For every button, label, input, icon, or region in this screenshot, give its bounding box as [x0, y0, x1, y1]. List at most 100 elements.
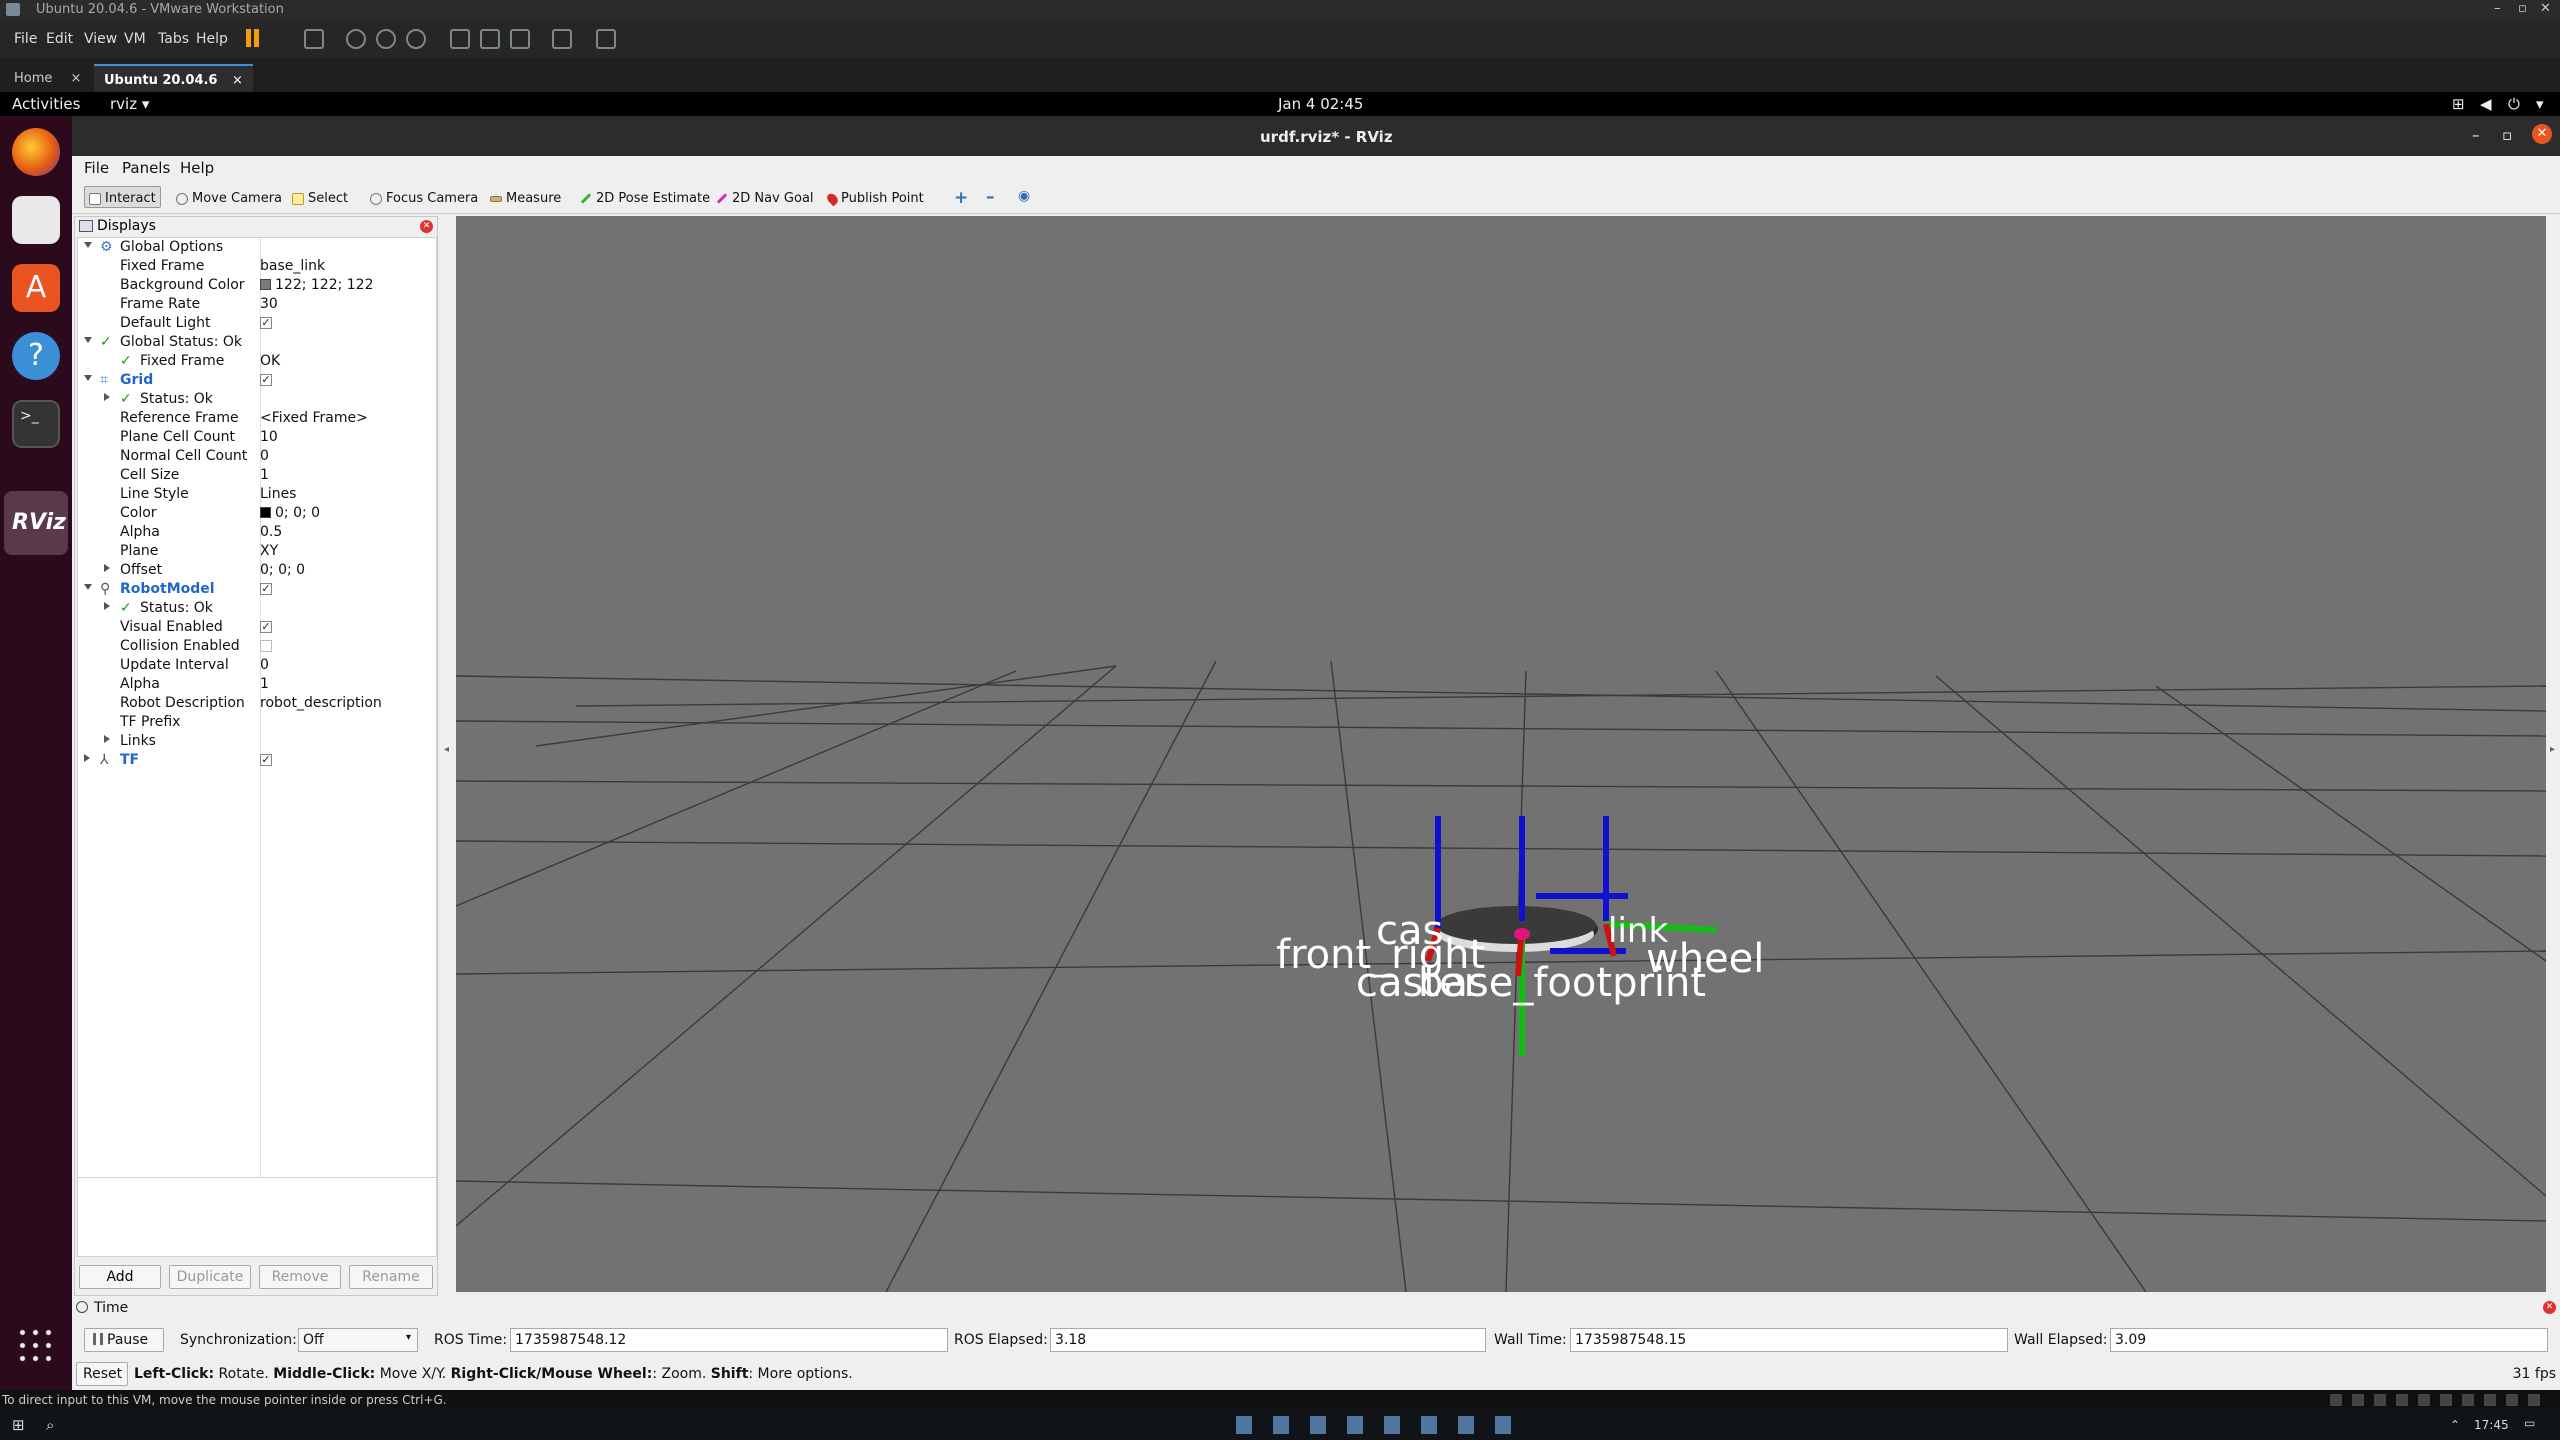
normal-cell-value[interactable]: 0: [260, 448, 269, 464]
measure-tool[interactable]: Measure: [486, 186, 565, 208]
remove-button[interactable]: Remove: [259, 1265, 341, 1289]
chevron-down-icon[interactable]: [84, 584, 92, 590]
chevron-right-icon[interactable]: [104, 602, 110, 610]
robot-model-checkbox[interactable]: ✓: [260, 583, 272, 595]
vm-menu-view[interactable]: View: [84, 31, 117, 47]
bg-color-value[interactable]: 122; 122; 122: [260, 277, 374, 293]
robot-desc-value[interactable]: robot_description: [260, 695, 382, 711]
tool-properties-icon[interactable]: ◉: [1018, 188, 1030, 204]
chevron-down-icon[interactable]: [84, 337, 92, 343]
device-icons[interactable]: [2330, 1394, 2550, 1406]
maximize-icon[interactable]: ▫: [2518, 1, 2527, 16]
files-icon[interactable]: [12, 196, 60, 244]
grid-color-value[interactable]: 0; 0; 0: [260, 505, 320, 521]
wall-time-field[interactable]: 1735987548.15: [1570, 1328, 2008, 1352]
firefox-icon[interactable]: [12, 128, 60, 176]
3d-viewport[interactable]: cas link front_right wheel caster base_f…: [456, 216, 2546, 1292]
menu-help[interactable]: Help: [180, 159, 214, 177]
offset-value[interactable]: 0; 0; 0: [260, 562, 305, 578]
chevron-down-icon[interactable]: [84, 375, 92, 381]
chevron-down-icon[interactable]: ▾: [2536, 95, 2544, 113]
pinned-apps-icons[interactable]: [1236, 1416, 1516, 1434]
pose-estimate-tool[interactable]: 2D Pose Estimate: [576, 186, 714, 208]
frame-rate-value[interactable]: 30: [260, 296, 278, 312]
vm-menu-file[interactable]: File: [14, 31, 37, 47]
close-icon[interactable]: ×: [71, 71, 82, 86]
menu-panels[interactable]: Panels: [122, 159, 170, 177]
chevron-right-icon[interactable]: [104, 735, 110, 743]
duplicate-button[interactable]: Duplicate: [169, 1265, 251, 1289]
vm-menu-help[interactable]: Help: [196, 31, 228, 47]
plane-value[interactable]: XY: [260, 543, 278, 559]
select-tool[interactable]: Select: [288, 186, 352, 208]
minimize-icon[interactable]: –: [2472, 126, 2480, 144]
alpha-value[interactable]: 0.5: [260, 524, 282, 540]
ref-frame-value[interactable]: <Fixed Frame>: [260, 410, 368, 426]
publish-point-tool[interactable]: Publish Point: [824, 186, 928, 208]
thumbnail-icon[interactable]: [480, 29, 500, 49]
visual-enabled-checkbox[interactable]: ✓: [260, 621, 272, 633]
update-interval-value[interactable]: 0: [260, 657, 269, 673]
software-center-icon[interactable]: A: [12, 264, 60, 312]
stretch-icon[interactable]: [596, 29, 616, 49]
ros-time-field[interactable]: 1735987548.12: [510, 1328, 948, 1352]
network-icon[interactable]: ⊞: [2452, 95, 2465, 113]
close-icon[interactable]: ✕: [2543, 1301, 2556, 1314]
vm-menu-tabs[interactable]: Tabs: [158, 31, 189, 47]
vm-menu-vm[interactable]: VM: [124, 31, 146, 47]
close-icon[interactable]: ✕: [2540, 1, 2551, 16]
library-icon[interactable]: [450, 29, 470, 49]
vm-menu-edit[interactable]: Edit: [46, 31, 73, 47]
wall-elapsed-field[interactable]: 3.09: [2110, 1328, 2548, 1352]
move-camera-tool[interactable]: Move Camera: [172, 186, 286, 208]
tab-home[interactable]: Home ×: [4, 64, 91, 92]
line-style-value[interactable]: Lines: [260, 486, 296, 502]
close-icon[interactable]: ×: [232, 73, 243, 88]
show-apps-icon[interactable]: [16, 1326, 56, 1366]
minimize-icon[interactable]: –: [2494, 1, 2501, 16]
fixed-frame-value[interactable]: base_link: [260, 258, 325, 274]
add-button[interactable]: Add: [79, 1265, 161, 1289]
chevron-up-icon[interactable]: ⌃: [2450, 1418, 2460, 1432]
focus-camera-tool[interactable]: Focus Camera: [366, 186, 482, 208]
volume-icon[interactable]: ◀: [2480, 95, 2492, 113]
close-icon[interactable]: ✕: [2532, 124, 2552, 144]
cell-size-value[interactable]: 1: [260, 467, 269, 483]
chevron-down-icon[interactable]: [84, 242, 92, 248]
pause-vm-icon[interactable]: [246, 29, 251, 47]
taskbar-clock[interactable]: 17:45: [2474, 1418, 2509, 1432]
console-icon[interactable]: [552, 29, 572, 49]
plane-cell-value[interactable]: 10: [260, 429, 278, 445]
snapshot-manager-icon[interactable]: [406, 29, 426, 49]
collapse-right-icon[interactable]: ▸: [2550, 744, 2555, 755]
chevron-right-icon[interactable]: [104, 393, 110, 401]
activities-button[interactable]: Activities: [12, 95, 80, 113]
notifications-icon[interactable]: ▭: [2524, 1416, 2535, 1430]
tab-ubuntu[interactable]: Ubuntu 20.04.6 ×: [94, 64, 253, 92]
close-icon[interactable]: ✕: [420, 220, 433, 233]
chevron-right-icon[interactable]: [104, 564, 110, 572]
snapshot-icon[interactable]: [346, 29, 366, 49]
app-menu[interactable]: rviz ▾: [110, 95, 149, 113]
nav-goal-tool[interactable]: 2D Nav Goal: [712, 186, 818, 208]
pause-button[interactable]: Pause: [84, 1328, 164, 1352]
sync-dropdown[interactable]: Off ▾: [298, 1328, 418, 1352]
rename-button[interactable]: Rename: [349, 1265, 433, 1289]
fullscreen-icon[interactable]: [510, 29, 530, 49]
grid-enable-checkbox[interactable]: ✓: [260, 374, 272, 386]
clock[interactable]: Jan 4 02:45: [1278, 95, 1363, 113]
rviz-icon[interactable]: RViz: [12, 499, 66, 547]
remove-tool-icon[interactable]: –: [986, 187, 995, 207]
menu-file[interactable]: File: [84, 159, 109, 177]
search-icon[interactable]: ⌕: [46, 1416, 54, 1434]
maximize-icon[interactable]: ▫: [2502, 126, 2512, 144]
tf-checkbox[interactable]: ✓: [260, 754, 272, 766]
send-ctrl-alt-del-icon[interactable]: [304, 29, 324, 49]
collision-enabled-checkbox[interactable]: [260, 640, 272, 652]
add-tool-icon[interactable]: +: [954, 188, 968, 208]
chevron-right-icon[interactable]: [84, 754, 90, 762]
windows-start-icon[interactable]: ⊞: [12, 1416, 25, 1434]
revert-snapshot-icon[interactable]: [376, 29, 396, 49]
help-icon[interactable]: ?: [12, 332, 60, 380]
interact-tool[interactable]: Interact: [84, 186, 161, 208]
